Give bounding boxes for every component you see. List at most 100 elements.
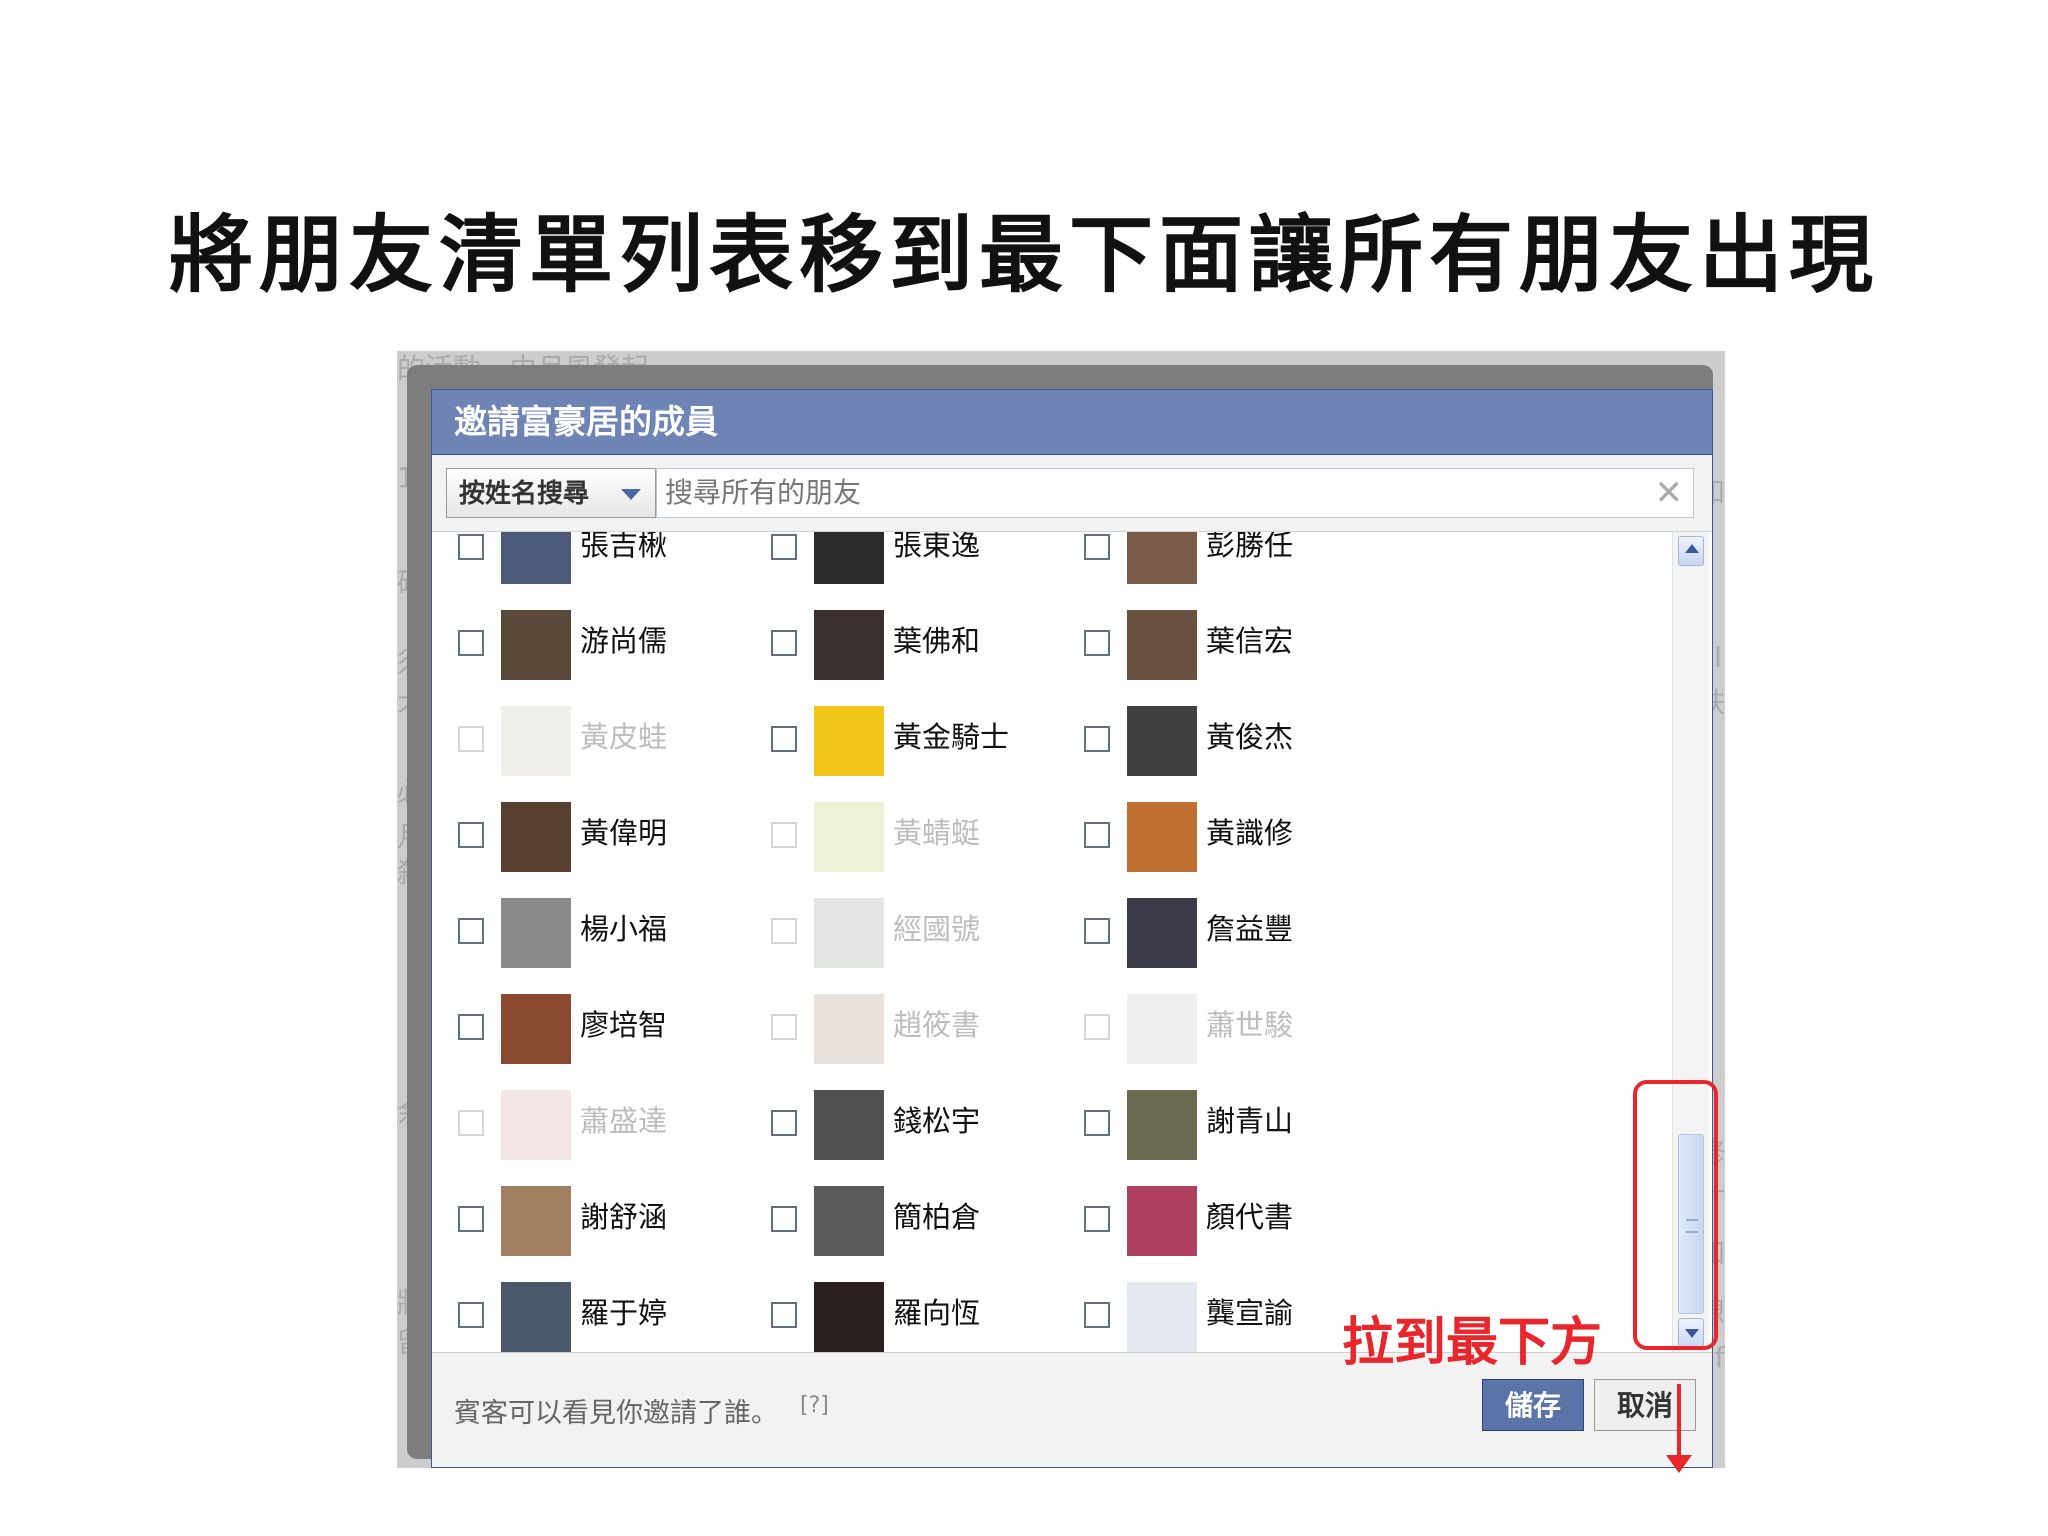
friend-item[interactable]: 顏代書 bbox=[1084, 1186, 1464, 1256]
avatar bbox=[501, 706, 571, 776]
avatar bbox=[814, 802, 884, 872]
friend-checkbox[interactable] bbox=[1084, 918, 1110, 944]
avatar bbox=[1127, 1282, 1197, 1352]
dialog-title: 邀請富豪居的成員 bbox=[432, 390, 1712, 455]
filter-dropdown-label: 按姓名搜尋 bbox=[459, 479, 590, 509]
friend-name: 羅于婷 bbox=[580, 1296, 668, 1330]
friend-name: 黃皮蛙 bbox=[580, 720, 668, 754]
avatar bbox=[1127, 532, 1197, 584]
avatar bbox=[1127, 706, 1197, 776]
friend-name: 彭勝任 bbox=[1206, 532, 1294, 562]
avatar bbox=[1127, 898, 1197, 968]
friend-name: 葉佛和 bbox=[893, 624, 981, 658]
friend-checkbox[interactable] bbox=[771, 534, 797, 560]
friend-checkbox[interactable] bbox=[771, 726, 797, 752]
friend-checkbox[interactable] bbox=[458, 918, 484, 944]
friend-checkbox[interactable] bbox=[771, 1110, 797, 1136]
friend-name: 蕭世駿 bbox=[1206, 1008, 1294, 1042]
friend-checkbox bbox=[771, 822, 797, 848]
avatar bbox=[1127, 1186, 1197, 1256]
friend-name: 詹益豐 bbox=[1206, 912, 1294, 946]
friend-name: 楊小福 bbox=[580, 912, 668, 946]
friend-checkbox bbox=[1084, 1014, 1110, 1040]
avatar bbox=[814, 1282, 884, 1352]
friend-item[interactable]: 謝青山 bbox=[1084, 1090, 1464, 1160]
friend-name: 黃蜻蜓 bbox=[893, 816, 981, 850]
dialog-frame: 邀請富豪居的成員 按姓名搜尋 搜尋所有的朋友 ✕ 張吉楸 張東逸 彭勝任游尚儒 葉佛和… bbox=[407, 365, 1713, 1468]
avatar bbox=[501, 532, 571, 584]
friend-name: 龔宣諭 bbox=[1206, 1296, 1294, 1330]
friend-name: 謝青山 bbox=[1206, 1104, 1294, 1138]
friend-checkbox[interactable] bbox=[458, 534, 484, 560]
footer-note: 賓客可以看見你邀請了誰。 bbox=[454, 1398, 778, 1429]
friend-name: 謝舒涵 bbox=[580, 1200, 668, 1234]
annotation-highlight-box bbox=[1633, 1080, 1718, 1350]
friend-checkbox[interactable] bbox=[1084, 726, 1110, 752]
friend-item[interactable]: 葉信宏 bbox=[1084, 610, 1464, 680]
friend-item[interactable]: 黃俊杰 bbox=[1084, 706, 1464, 776]
friend-checkbox[interactable] bbox=[1084, 822, 1110, 848]
friend-checkbox[interactable] bbox=[1084, 1206, 1110, 1232]
avatar bbox=[814, 994, 884, 1064]
avatar bbox=[814, 610, 884, 680]
friend-name: 黃偉明 bbox=[580, 816, 668, 850]
avatar bbox=[501, 610, 571, 680]
friend-name: 簡柏倉 bbox=[893, 1200, 981, 1234]
chevron-up-icon bbox=[1685, 544, 1699, 553]
search-placeholder: 搜尋所有的朋友 bbox=[665, 476, 862, 509]
friend-item[interactable]: 詹益豐 bbox=[1084, 898, 1464, 968]
filter-dropdown[interactable]: 按姓名搜尋 bbox=[446, 468, 656, 518]
friend-checkbox[interactable] bbox=[1084, 534, 1110, 560]
friend-item[interactable]: 黃識修 bbox=[1084, 802, 1464, 872]
chevron-down-icon bbox=[621, 489, 641, 500]
help-link[interactable]: [?] bbox=[800, 1393, 829, 1418]
avatar bbox=[1127, 802, 1197, 872]
friend-name: 蕭盛達 bbox=[580, 1104, 668, 1138]
arrow-down-icon bbox=[1666, 1455, 1692, 1473]
avatar bbox=[501, 898, 571, 968]
friend-checkbox[interactable] bbox=[458, 1302, 484, 1328]
slide-title: 將朋友清單列表移到最下面讓所有朋友出現 bbox=[168, 206, 1879, 304]
avatar bbox=[1127, 610, 1197, 680]
filter-bar: 按姓名搜尋 搜尋所有的朋友 ✕ bbox=[432, 455, 1712, 532]
friend-checkbox[interactable] bbox=[458, 1206, 484, 1232]
friend-name: 張吉楸 bbox=[580, 532, 668, 562]
friend-checkbox[interactable] bbox=[771, 1206, 797, 1232]
avatar bbox=[1127, 994, 1197, 1064]
friend-name: 顏代書 bbox=[1206, 1200, 1294, 1234]
avatar bbox=[501, 1090, 571, 1160]
avatar bbox=[1127, 1090, 1197, 1160]
friend-name: 葉信宏 bbox=[1206, 624, 1294, 658]
friend-checkbox bbox=[458, 1110, 484, 1136]
friend-checkbox[interactable] bbox=[1084, 630, 1110, 656]
friend-name: 錢松宇 bbox=[893, 1104, 981, 1138]
friend-checkbox[interactable] bbox=[1084, 1110, 1110, 1136]
friend-name: 趙筱書 bbox=[893, 1008, 981, 1042]
annotation-label: 拉到最下方 bbox=[1342, 1313, 1603, 1373]
search-input[interactable]: 搜尋所有的朋友 ✕ bbox=[656, 468, 1694, 518]
friend-checkbox[interactable] bbox=[458, 1014, 484, 1040]
scroll-up-button[interactable] bbox=[1678, 536, 1704, 566]
avatar bbox=[814, 1090, 884, 1160]
friend-name: 黃金騎士 bbox=[893, 720, 1010, 754]
friend-item: 蕭世駿 bbox=[1084, 994, 1464, 1064]
friend-checkbox[interactable] bbox=[771, 630, 797, 656]
friend-checkbox[interactable] bbox=[1084, 1302, 1110, 1328]
friend-name: 廖培智 bbox=[580, 1008, 668, 1042]
save-button[interactable]: 儲存 bbox=[1482, 1379, 1584, 1431]
friend-name: 張東逸 bbox=[893, 532, 981, 562]
friend-checkbox[interactable] bbox=[458, 630, 484, 656]
friend-list: 張吉楸 張東逸 彭勝任游尚儒 葉佛和 葉信宏黃皮蛙 黃金騎士 黃俊杰黃偉明 黃蜻蜓 黃識修楊小福… bbox=[432, 532, 1672, 1352]
friend-checkbox[interactable] bbox=[458, 822, 484, 848]
friend-item[interactable]: 彭勝任 bbox=[1084, 532, 1464, 584]
avatar bbox=[814, 1186, 884, 1256]
friend-checkbox bbox=[771, 1014, 797, 1040]
friend-checkbox bbox=[771, 918, 797, 944]
avatar bbox=[814, 898, 884, 968]
friend-checkbox[interactable] bbox=[771, 1302, 797, 1328]
close-icon[interactable]: ✕ bbox=[1655, 469, 1684, 517]
avatar bbox=[814, 706, 884, 776]
friend-name: 經國號 bbox=[893, 912, 981, 946]
friend-name: 黃識修 bbox=[1206, 816, 1294, 850]
friend-name: 游尚儒 bbox=[580, 624, 668, 658]
